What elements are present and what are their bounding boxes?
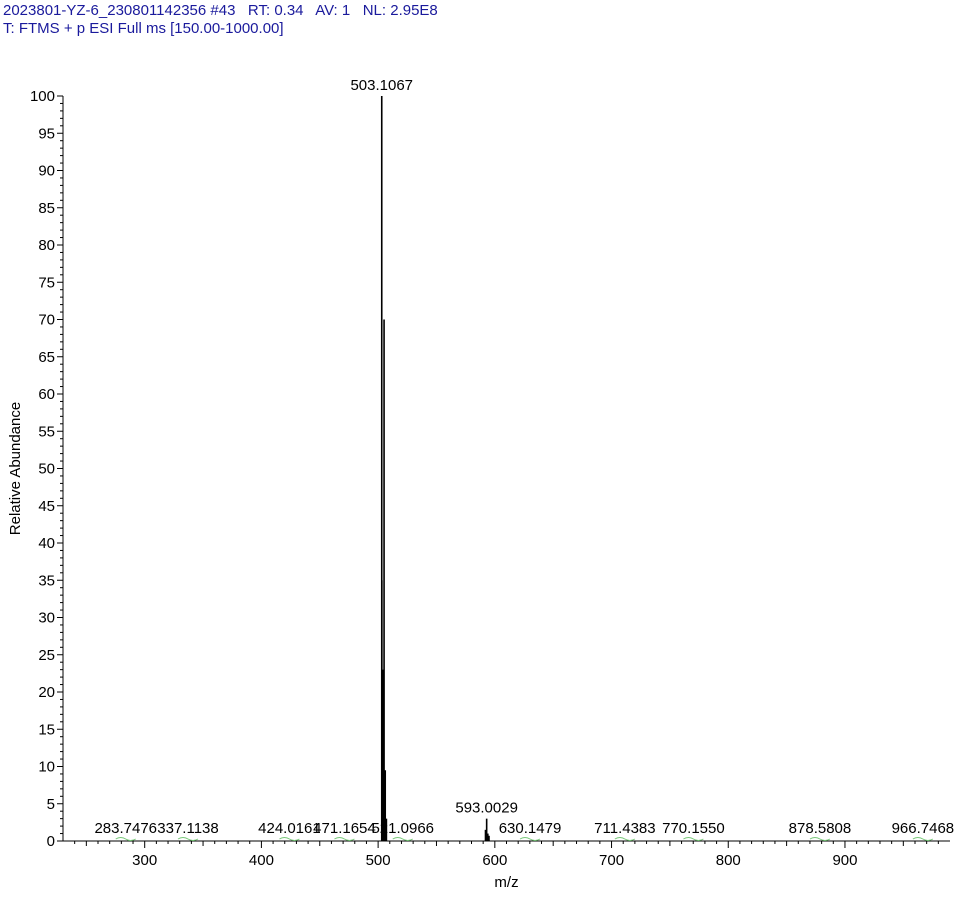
peak-label: 966.7468 xyxy=(892,820,955,837)
x-axis-title: m/z xyxy=(494,874,518,891)
y-tick-label: 30 xyxy=(38,610,55,627)
baseline-noise xyxy=(334,837,355,841)
mass-spectrum-chart: 0 5 10 15 20 25 30 35 40 45 50 55 60 65 70 75 80 85 90 95 10… xyxy=(7,77,955,891)
y-tick-label: 65 xyxy=(38,349,55,366)
y-tick-label: 10 xyxy=(38,759,55,776)
peak-label: 424.0161 xyxy=(258,820,321,837)
y-tick-label: 5 xyxy=(47,796,55,813)
y-tick-label: 55 xyxy=(38,423,55,440)
x-tick-label: 500 xyxy=(366,852,391,869)
y-tick-label: 95 xyxy=(38,125,55,142)
peak-label: 521.0966 xyxy=(371,820,434,837)
y-tick-label: 75 xyxy=(38,274,55,291)
y-tick-label: 20 xyxy=(38,684,55,701)
x-tick-label: 900 xyxy=(832,852,857,869)
peak-label: 471.1654 xyxy=(313,820,376,837)
y-tick-label: 45 xyxy=(38,498,55,515)
peak-label: 711.4383 xyxy=(594,820,655,837)
baseline-noise xyxy=(912,837,934,841)
baseline-noise xyxy=(279,837,300,841)
baseline-noise xyxy=(177,837,199,841)
y-axis-title: Relative Abundance xyxy=(7,402,24,535)
baseline-noise xyxy=(115,837,136,841)
y-tick-label: 25 xyxy=(38,647,55,664)
x-tick-label: 700 xyxy=(599,852,624,869)
peak-label: 630.1479 xyxy=(499,820,562,837)
x-tick-label: 600 xyxy=(482,852,507,869)
y-tick-label: 0 xyxy=(47,833,55,850)
baseline-noise xyxy=(519,837,541,841)
peak-label: 878.5808 xyxy=(789,820,852,837)
baseline-noise xyxy=(614,837,636,841)
y-tick-label: 90 xyxy=(38,163,55,180)
y-tick-label: 85 xyxy=(38,200,55,217)
y-tick-label: 100 xyxy=(30,88,55,105)
baseline-noise xyxy=(683,837,704,841)
y-tick-label: 50 xyxy=(38,461,55,478)
x-tick-label: 400 xyxy=(249,852,274,869)
y-tick-label: 35 xyxy=(38,572,55,589)
y-tick-label: 15 xyxy=(38,721,55,738)
peak-label: 503.1067 xyxy=(350,77,413,94)
baseline-noise xyxy=(809,837,831,841)
peak-label: 770.1550 xyxy=(662,820,725,837)
y-tick-label: 40 xyxy=(38,535,55,552)
peak-label: 593.0029 xyxy=(455,800,518,817)
x-tick-label: 800 xyxy=(716,852,741,869)
y-tick-label: 70 xyxy=(38,312,55,329)
peak-label: 337.1138 xyxy=(157,820,218,837)
baseline-noise xyxy=(392,837,413,841)
y-tick-label: 80 xyxy=(38,237,55,254)
y-tick-label: 60 xyxy=(38,386,55,403)
peak-label: 283.7476 xyxy=(94,820,157,837)
x-tick-label: 300 xyxy=(132,852,157,869)
